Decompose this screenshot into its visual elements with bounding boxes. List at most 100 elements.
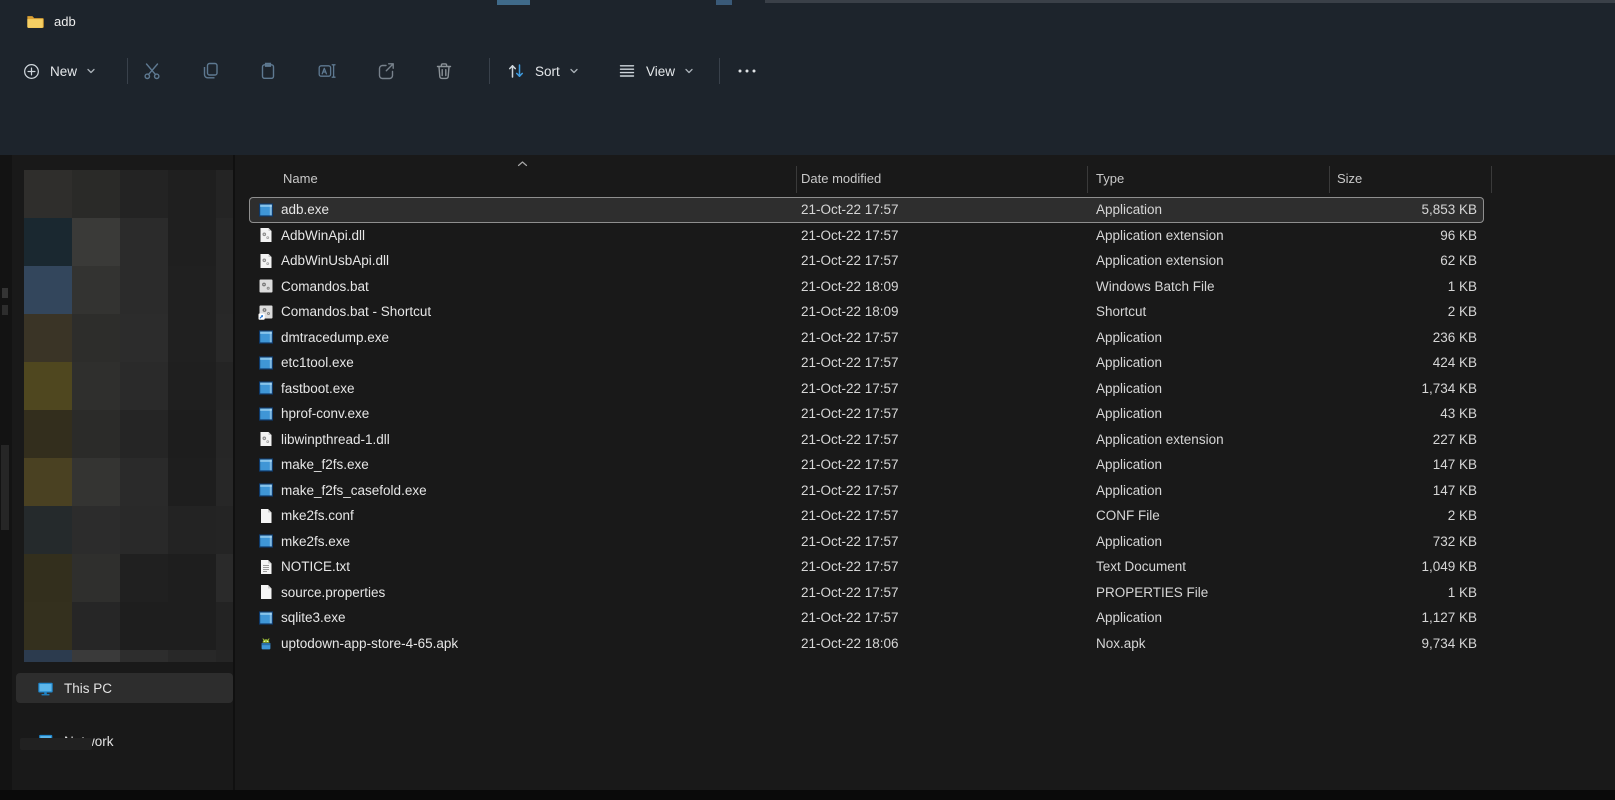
file-type: Windows Batch File [1096,279,1342,294]
file-type: Nox.apk [1096,636,1342,651]
file-row[interactable]: Comandos.bat - Shortcut21-Oct-22 18:09Sh… [249,299,1484,325]
column-header-date-modified[interactable]: Date modified [801,171,881,186]
sidebar-item-this-pc[interactable]: This PC [16,673,233,703]
rename-button[interactable] [317,42,337,100]
file-row[interactable]: NOTICE.txt21-Oct-22 17:57Text Document1,… [249,554,1484,580]
column-header-type[interactable]: Type [1096,171,1124,186]
cut-button[interactable] [142,42,162,100]
file-size: 1,049 KB [1342,559,1477,574]
file-type: Application [1096,202,1342,217]
window-title: adb [54,14,76,29]
exe-icon [249,457,281,473]
chevron-down-icon [684,66,694,76]
file-row[interactable]: uptodown-app-store-4-65.apk21-Oct-22 18:… [249,631,1484,657]
file-name: libwinpthread-1.dll [281,432,801,447]
file-type: Application [1096,610,1342,625]
column-resize-handle[interactable] [1491,166,1492,193]
file-name: AdbWinUsbApi.dll [281,253,801,268]
file-name: Comandos.bat [281,279,801,294]
file-size: 43 KB [1342,406,1477,421]
file-row[interactable]: sqlite3.exe21-Oct-22 17:57Application1,1… [249,605,1484,631]
exe-icon [249,482,281,498]
file-name: mke2fs.exe [281,534,801,549]
view-button[interactable]: View [617,42,694,100]
file-row[interactable]: hprof-conv.exe21-Oct-22 17:57Application… [249,401,1484,427]
file-type: Application extension [1096,228,1342,243]
sort-button[interactable]: Sort [506,42,579,100]
file-row[interactable]: source.properties21-Oct-22 17:57PROPERTI… [249,580,1484,606]
file-type: CONF File [1096,508,1342,523]
file-row[interactable]: Comandos.bat21-Oct-22 18:09Windows Batch… [249,274,1484,300]
file-type: PROPERTIES File [1096,585,1342,600]
view-list-icon [617,61,637,81]
exe-icon [249,355,281,371]
file-type: Application [1096,483,1342,498]
file-type: Application [1096,457,1342,472]
file-row[interactable]: mke2fs.exe21-Oct-22 17:57Application732 … [249,529,1484,555]
column-resize-handle[interactable] [796,166,797,193]
file-size: 147 KB [1342,457,1477,472]
file-row[interactable]: libwinpthread-1.dll21-Oct-22 17:57Applic… [249,427,1484,453]
top-edge-artifact [765,0,1615,3]
file-name: hprof-conv.exe [281,406,801,421]
file-row[interactable]: dmtracedump.exe21-Oct-22 17:57Applicatio… [249,325,1484,351]
file-date-modified: 21-Oct-22 17:57 [801,508,1096,523]
title-bar: adb [0,0,76,42]
column-resize-handle[interactable] [1329,166,1330,193]
file-date-modified: 21-Oct-22 17:57 [801,483,1096,498]
file-date-modified: 21-Oct-22 17:57 [801,559,1096,574]
bat-icon [249,278,281,294]
sidebar-blurred-item [20,738,92,750]
file-explorer-window: adb New [0,0,1615,800]
file-row[interactable]: fastboot.exe21-Oct-22 17:57Application1,… [249,376,1484,402]
new-button[interactable]: New [22,42,96,100]
file-date-modified: 21-Oct-22 18:09 [801,304,1096,319]
this-pc-icon [37,680,54,697]
share-icon [376,61,396,81]
file-row[interactable]: etc1tool.exe21-Oct-22 17:57Application42… [249,350,1484,376]
file-row[interactable]: AdbWinUsbApi.dll21-Oct-22 17:57Applicati… [249,248,1484,274]
file-name: adb.exe [281,202,801,217]
exe-icon [249,610,281,626]
bat-shortcut-icon [249,304,281,320]
file-size: 1,127 KB [1342,610,1477,625]
file-row[interactable]: mke2fs.conf21-Oct-22 17:57CONF File2 KB [249,503,1484,529]
copy-button[interactable] [201,42,221,100]
file-size: 1,734 KB [1342,381,1477,396]
chevron-down-icon [86,66,96,76]
sort-arrows-icon [506,61,526,81]
file-row[interactable]: make_f2fs_casefold.exe21-Oct-22 17:57App… [249,478,1484,504]
file-size: 227 KB [1342,432,1477,447]
file-name: etc1tool.exe [281,355,801,370]
paste-button[interactable] [258,42,278,100]
file-name: uptodown-app-store-4-65.apk [281,636,801,651]
file-type: Application extension [1096,253,1342,268]
dll-icon [249,431,281,447]
file-name: Comandos.bat - Shortcut [281,304,801,319]
file-size: 2 KB [1342,508,1477,523]
share-button[interactable] [376,42,396,100]
file-row[interactable]: make_f2fs.exe21-Oct-22 17:57Application1… [249,452,1484,478]
file-name: make_f2fs_casefold.exe [281,483,801,498]
column-header-size[interactable]: Size [1337,171,1362,186]
file-size: 96 KB [1342,228,1477,243]
delete-button[interactable] [434,42,454,100]
file-row[interactable]: AdbWinApi.dll21-Oct-22 17:57Application … [249,223,1484,249]
file-row[interactable]: adb.exe21-Oct-22 17:57Application5,853 K… [249,197,1484,223]
column-resize-handle[interactable] [1087,166,1088,193]
file-name: dmtracedump.exe [281,330,801,345]
file-date-modified: 21-Oct-22 17:57 [801,330,1096,345]
file-size: 5,853 KB [1342,202,1477,217]
file-date-modified: 21-Oct-22 17:57 [801,202,1096,217]
file-type: Application [1096,355,1342,370]
file-name: make_f2fs.exe [281,457,801,472]
exe-icon [249,406,281,422]
file-date-modified: 21-Oct-22 17:57 [801,228,1096,243]
dll-icon [249,253,281,269]
sort-button-label: Sort [535,64,560,79]
column-header-name[interactable]: Name [283,171,318,186]
column-header-row: Name Date modified Type Size [234,160,1615,197]
sidebar-item-label: This PC [64,681,112,696]
more-options-button[interactable] [736,42,758,100]
file-name: mke2fs.conf [281,508,801,523]
